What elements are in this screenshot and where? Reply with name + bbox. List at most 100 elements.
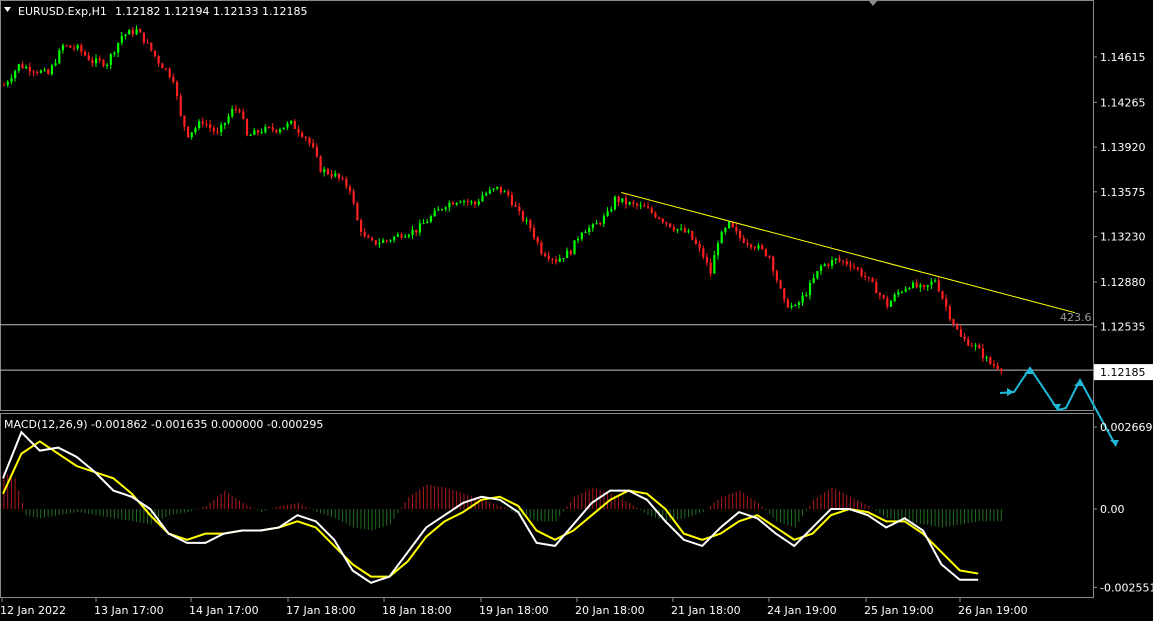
candle-body	[569, 250, 572, 255]
candle-body	[529, 220, 532, 229]
candle-body	[293, 120, 296, 129]
candle-body	[371, 237, 374, 241]
time-tick-label: 19 Jan 18:00	[479, 604, 549, 617]
candle-body	[643, 205, 646, 207]
candle-body	[816, 271, 819, 279]
candle-body	[433, 210, 436, 217]
candle-body	[315, 146, 318, 157]
candle-body	[555, 259, 558, 262]
macd-tick-label: -0.002551	[1100, 581, 1153, 594]
candle-body	[687, 231, 690, 233]
candle-body	[886, 298, 889, 307]
candle-body	[359, 220, 363, 233]
candle-body	[635, 203, 639, 206]
candle-body	[613, 196, 617, 210]
candle-body	[775, 271, 778, 281]
candle-body	[720, 231, 723, 244]
candle-body	[36, 71, 39, 73]
candle-body	[260, 132, 263, 134]
candle-body	[198, 121, 201, 129]
candle-body	[418, 223, 422, 233]
candle-body	[304, 136, 307, 138]
candle-body	[742, 238, 745, 243]
candle-body	[444, 207, 447, 210]
candle-body	[267, 127, 271, 129]
candle-body	[223, 122, 226, 125]
candle-body	[209, 124, 212, 128]
candle-body	[238, 109, 241, 112]
candle-body	[326, 169, 330, 174]
candle-body	[783, 288, 786, 300]
candle-body	[716, 243, 720, 256]
candle-body	[157, 56, 160, 64]
candle-body	[499, 186, 502, 193]
candle-body	[164, 68, 168, 70]
candle-body	[400, 234, 403, 238]
candle-body	[985, 357, 988, 359]
candle-body	[102, 60, 105, 66]
candle-body	[131, 30, 134, 35]
trading-chart[interactable]: 423.6 1.14615 1.14265 1.13920 1.13575 1.1323…	[0, 0, 1153, 621]
candle-body	[647, 206, 650, 209]
candle-body	[374, 240, 377, 245]
candle-body	[948, 306, 951, 320]
candle-body	[161, 63, 164, 69]
candle-body	[175, 81, 179, 97]
candle-body	[705, 257, 709, 263]
candle-body	[477, 201, 480, 205]
candle-body	[937, 280, 940, 292]
candle-body	[429, 216, 433, 222]
candle-body	[323, 169, 326, 173]
candle-body	[319, 156, 322, 173]
candle-body	[724, 228, 727, 232]
candle-body	[227, 116, 230, 123]
time-tick-label: 13 Jan 17:00	[94, 604, 164, 617]
price-tick-label: 1.14615	[1100, 51, 1146, 64]
candle-body	[510, 195, 514, 206]
time-tick-label: 20 Jan 18:00	[575, 604, 645, 617]
symbol-label[interactable]: EURUSD.Exp,H1	[18, 5, 107, 18]
candle-body	[521, 211, 525, 221]
candle-body	[341, 178, 344, 180]
candle-body	[617, 196, 620, 203]
candle-body	[853, 266, 856, 268]
candle-body	[87, 55, 90, 61]
candle-body	[963, 336, 966, 340]
candle-body	[337, 173, 341, 179]
candle-body	[665, 222, 668, 224]
candle-body	[580, 232, 583, 239]
price-tick-label: 1.13920	[1100, 141, 1146, 154]
candle-body	[750, 244, 753, 248]
candle-body	[621, 198, 624, 203]
candle-body	[897, 292, 900, 295]
candle-body	[919, 284, 922, 288]
candle-body	[698, 244, 701, 249]
candle-body	[875, 282, 878, 294]
candle-body	[363, 232, 366, 237]
candle-body	[860, 269, 863, 276]
candle-body	[142, 32, 146, 43]
candle-body	[772, 256, 775, 272]
candle-body	[282, 127, 285, 130]
candle-body	[761, 245, 764, 249]
candle-body	[713, 255, 716, 274]
candle-body	[168, 69, 171, 77]
candle-body	[437, 209, 440, 211]
candle-body	[3, 84, 6, 86]
candle-body	[150, 42, 153, 51]
candle-body	[95, 58, 98, 64]
candle-body	[676, 229, 679, 231]
candle-body	[194, 128, 197, 133]
candle-body	[558, 258, 561, 262]
candle-body	[904, 288, 907, 292]
candle-body	[867, 277, 870, 279]
candle-body	[639, 205, 642, 207]
candle-body	[1000, 368, 1003, 372]
price-tick-label: 1.13230	[1100, 231, 1146, 244]
candle-body	[746, 242, 749, 245]
candle-body	[672, 227, 675, 231]
candle-body	[805, 295, 808, 297]
candle-body	[507, 191, 510, 196]
candle-body	[146, 42, 149, 44]
candle-body	[448, 202, 451, 208]
